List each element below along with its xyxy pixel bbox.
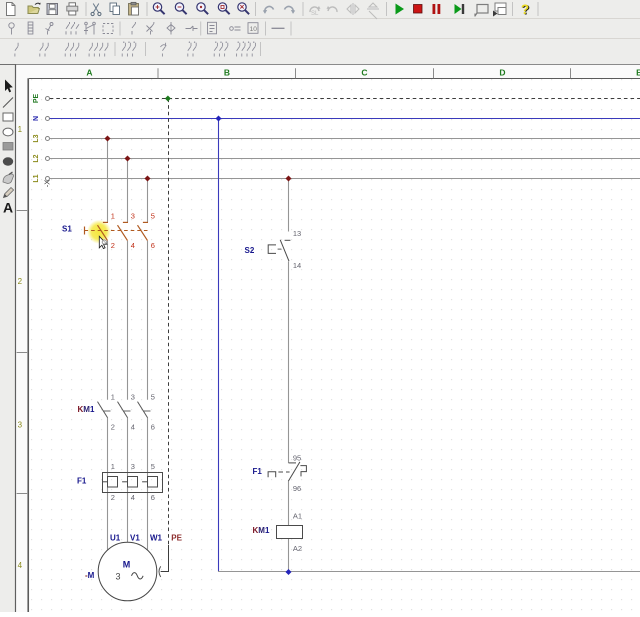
svg-text:L3: L3 — [33, 134, 40, 142]
svg-text:14: 14 — [293, 261, 301, 270]
svg-text:3: 3 — [18, 421, 23, 430]
svg-text:S1: S1 — [62, 225, 72, 234]
svg-text:5: 5 — [151, 462, 155, 471]
svg-text:10: 10 — [250, 26, 258, 33]
svg-text:U1: U1 — [110, 534, 121, 543]
svg-text:KM1: KM1 — [253, 526, 270, 535]
svg-text:1: 1 — [111, 392, 115, 401]
svg-text:2: 2 — [18, 277, 23, 286]
svg-text:C: C — [361, 67, 367, 77]
svg-text:4: 4 — [131, 422, 135, 431]
svg-text:-M: -M — [85, 571, 95, 580]
svg-text:5: 5 — [151, 392, 155, 401]
svg-text:KM1: KM1 — [78, 405, 95, 414]
svg-text:F1: F1 — [253, 467, 263, 476]
svg-text:A: A — [86, 67, 92, 77]
svg-text:3: 3 — [131, 392, 135, 401]
svg-text:B: B — [224, 67, 230, 77]
svg-text:SL: SL — [311, 11, 319, 17]
svg-text:6: 6 — [151, 422, 155, 431]
svg-text:S2: S2 — [245, 246, 255, 255]
svg-text:1: 1 — [18, 125, 23, 134]
svg-text:4: 4 — [131, 493, 135, 502]
svg-text:6: 6 — [151, 241, 155, 250]
svg-text:2: 2 — [111, 241, 115, 250]
svg-text:D: D — [499, 67, 505, 77]
svg-text:13: 13 — [293, 229, 301, 238]
svg-text:1: 1 — [111, 211, 115, 220]
svg-text:6: 6 — [151, 493, 155, 502]
svg-text:V1: V1 — [130, 534, 140, 543]
svg-text:3: 3 — [131, 462, 135, 471]
svg-text:A1: A1 — [293, 512, 302, 521]
svg-text:?: ? — [521, 2, 529, 17]
svg-text:L2: L2 — [33, 154, 40, 162]
svg-text:5: 5 — [151, 211, 155, 220]
svg-text:PE: PE — [33, 94, 40, 104]
svg-text:4: 4 — [131, 241, 135, 250]
svg-text:N: N — [33, 116, 40, 121]
svg-text:PE: PE — [171, 534, 182, 543]
svg-text:F1: F1 — [77, 477, 87, 486]
svg-text:1: 1 — [111, 462, 115, 471]
svg-text:L1: L1 — [33, 174, 40, 182]
svg-text:96: 96 — [293, 484, 301, 493]
svg-text:M: M — [123, 560, 131, 570]
svg-text:4: 4 — [18, 561, 23, 570]
svg-text:A: A — [3, 200, 13, 216]
svg-text:2: 2 — [111, 493, 115, 502]
svg-text:A2: A2 — [293, 544, 302, 553]
svg-text:-X: -X — [43, 180, 52, 188]
svg-text:2: 2 — [111, 422, 115, 431]
svg-text:95: 95 — [293, 453, 301, 462]
svg-text:E: E — [636, 67, 640, 77]
svg-text:3: 3 — [115, 572, 120, 582]
svg-text:3: 3 — [131, 211, 135, 220]
svg-text:W1: W1 — [150, 534, 163, 543]
